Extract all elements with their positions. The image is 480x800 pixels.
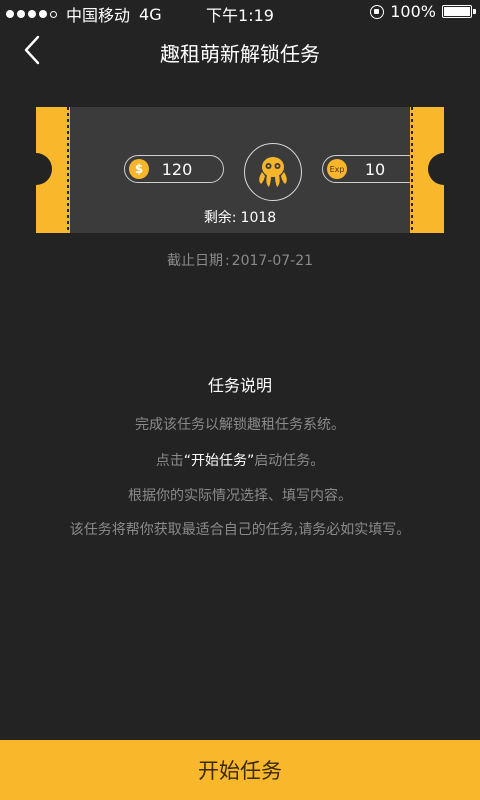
remaining-value: 1018 <box>240 210 277 226</box>
ticket-stub-left <box>36 107 70 233</box>
reward-ticket: $ 120 Exp 10 剩余: 1018 <box>36 107 444 233</box>
deadline-separator: : <box>224 253 230 269</box>
mascot-graphic <box>259 157 287 187</box>
deadline-label: 截止日期 <box>166 253 223 269</box>
exp-reward: Exp 10 <box>322 155 422 183</box>
description-line: 该任务将帮你获取最适合自己的任务,请务必如实填写。 <box>69 522 411 538</box>
battery-percent: 100% <box>390 2 436 21</box>
deadline-date: 2017-07-21 <box>231 253 314 269</box>
description-line: 根据你的实际情况选择、填写内容。 <box>128 488 352 504</box>
description-text: 点击 <box>155 453 184 469</box>
octopus-mascot-icon <box>244 143 302 201</box>
deadline: 截止日期:2017-07-21 <box>0 250 480 270</box>
ticket-body: $ 120 Exp 10 剩余: 1018 <box>70 107 422 233</box>
status-bar: 中国移动 4G 下午1:19 100% <box>0 0 480 25</box>
status-right: 100% <box>370 2 476 21</box>
description-line: 点击“开始任务”启动任务。 <box>0 450 480 470</box>
battery-fill <box>444 7 470 16</box>
coin-reward: $ 120 <box>124 155 224 183</box>
description-highlight: “开始任务” <box>183 453 255 469</box>
coin-icon: $ <box>129 159 149 179</box>
coin-value: 120 <box>161 159 193 179</box>
start-task-button[interactable]: 开始任务 <box>0 740 480 800</box>
battery-icon <box>442 5 476 18</box>
exp-value: 10 <box>364 159 386 179</box>
exp-icon: Exp <box>327 159 347 179</box>
page-title: 趣租萌新解锁任务 <box>160 42 320 66</box>
description-line: 完成该任务以解锁趣租任务系统。 <box>135 417 345 433</box>
description-title: 任务说明 <box>207 376 272 395</box>
description-text: 启动任务。 <box>254 453 325 469</box>
nav-bar: 趣租萌新解锁任务 <box>0 24 480 76</box>
remaining-count: 剩余: 1018 <box>70 207 410 227</box>
ticket-stub-right <box>410 107 444 233</box>
remaining-label: 剩余: <box>203 210 237 226</box>
rotation-lock-icon <box>370 4 385 19</box>
